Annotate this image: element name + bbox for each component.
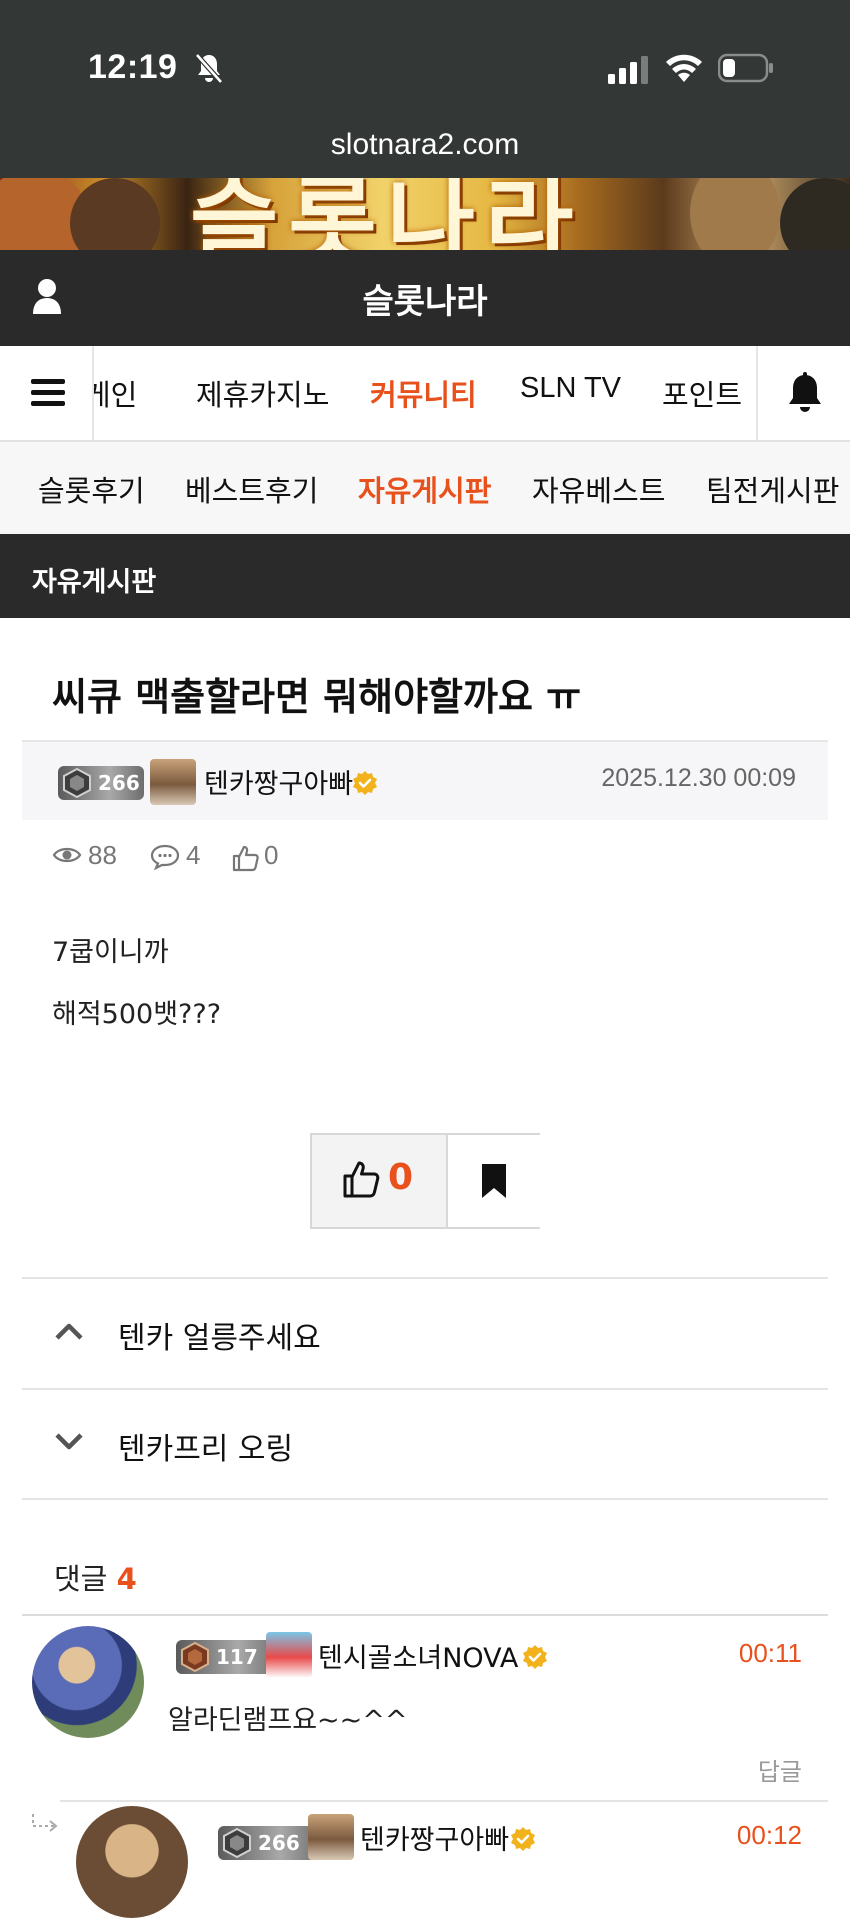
level-gem-icon bbox=[181, 1642, 209, 1672]
banner-character-dog bbox=[70, 178, 160, 250]
chevron-up-icon bbox=[55, 1323, 83, 1340]
site-title[interactable]: 슬롯나라 bbox=[0, 274, 850, 323]
nav-item-sln-tv[interactable]: SLN TV bbox=[520, 372, 621, 405]
reply-divider bbox=[60, 1800, 828, 1802]
sub-nav-slot-review[interactable]: 슬롯후기 bbox=[38, 468, 145, 510]
likes-count: 0 bbox=[264, 840, 279, 870]
comments-count: 4 bbox=[186, 840, 201, 870]
sub-nav-best-review[interactable]: 베스트후기 bbox=[185, 468, 318, 510]
commenter-mini-avatar[interactable] bbox=[308, 1814, 354, 1860]
commenter-name[interactable]: 텐카짱구아빠 bbox=[360, 1818, 509, 1857]
like-button[interactable]: 0 bbox=[312, 1135, 448, 1227]
bell-icon bbox=[789, 372, 821, 412]
cellular-signal-icon bbox=[608, 56, 648, 84]
post-body: 7쿱이니까 해적500뱃??? bbox=[52, 922, 221, 1046]
chevron-down-icon bbox=[55, 1433, 83, 1450]
main-nav-scroll[interactable]: 게인 제휴카지노 커뮤니티 SLN TV 포인트 bbox=[94, 346, 756, 440]
banner-character-far-right bbox=[780, 178, 850, 250]
verified-badge-icon bbox=[523, 1645, 547, 1669]
bell-muted-icon bbox=[195, 53, 223, 84]
bookmark-icon bbox=[482, 1164, 506, 1198]
post-body-line: 7쿱이니까 bbox=[52, 937, 169, 968]
comment-time: 00:11 bbox=[738, 1638, 802, 1668]
hamburger-menu-icon[interactable] bbox=[0, 346, 94, 440]
next-post-link[interactable]: 텐카프리 오링 bbox=[22, 1388, 828, 1500]
thumbs-up-icon bbox=[343, 1161, 380, 1198]
nav-item-game[interactable]: 게인 bbox=[94, 372, 137, 414]
sub-nav: 슬롯후기 베스트후기 자유게시판 자유베스트 팀전게시판 bbox=[0, 442, 850, 534]
post-author-row: 266 텐카짱구아빠 2025.12.30 00:09 bbox=[22, 740, 828, 820]
like-button-count: 0 bbox=[388, 1157, 414, 1198]
comment-text: 알라딘램프요~~^^ bbox=[168, 1705, 408, 1736]
commenter-name[interactable]: 텐시골소녀NOVA bbox=[318, 1636, 518, 1675]
nav-item-point[interactable]: 포인트 bbox=[662, 372, 742, 414]
sub-nav-free-board[interactable]: 자유게시판 bbox=[358, 468, 491, 510]
level-gem-icon bbox=[63, 768, 91, 798]
thumbs-up-icon bbox=[232, 845, 259, 872]
wifi-icon bbox=[666, 54, 702, 82]
section-header: 자유게시판 bbox=[0, 534, 850, 618]
prev-post-title[interactable]: 텐카 얼릉주세요 bbox=[118, 1313, 321, 1357]
status-time: 12:19 bbox=[88, 48, 178, 86]
nav-item-partner-casino[interactable]: 제휴카지노 bbox=[196, 372, 329, 414]
commenter-avatar[interactable] bbox=[76, 1806, 188, 1918]
url-bar[interactable]: slotnara2.com bbox=[0, 128, 850, 162]
status-bar: 12:19 slotnara2.com bbox=[0, 0, 850, 178]
banner-character-right bbox=[690, 178, 780, 250]
reply-button[interactable]: 답글 bbox=[758, 1752, 802, 1787]
comment-icon bbox=[150, 844, 180, 870]
verified-badge-icon bbox=[353, 771, 377, 795]
commenter-mini-avatar[interactable] bbox=[266, 1632, 312, 1678]
commenter-level-badge: 117 bbox=[176, 1640, 280, 1674]
notification-button[interactable] bbox=[756, 346, 850, 440]
prev-post-link[interactable]: 텐카 얼릉주세요 bbox=[22, 1277, 828, 1389]
comment-item: 117 텐시골소녀NOVA 00:11 알라딘램프요~~^^ 답글 bbox=[22, 1624, 828, 1787]
battery-icon bbox=[718, 53, 773, 83]
site-banner[interactable]: 슬롯나라 bbox=[0, 178, 850, 250]
comment-item: 266 텐카짱구아빠 00:12 bbox=[22, 1800, 828, 1918]
nav-item-community[interactable]: 커뮤니티 bbox=[370, 372, 477, 414]
bookmark-button[interactable] bbox=[448, 1135, 540, 1227]
level-gem-icon bbox=[223, 1828, 251, 1858]
sub-nav-free-best[interactable]: 자유베스트 bbox=[532, 468, 665, 510]
eye-icon bbox=[52, 847, 82, 863]
commenter-level-badge: 266 bbox=[218, 1826, 322, 1860]
site-header: 슬롯나라 bbox=[0, 250, 850, 346]
author-avatar[interactable] bbox=[150, 759, 196, 805]
author-level: 266 bbox=[98, 771, 140, 795]
commenter-level: 117 bbox=[216, 1645, 258, 1669]
post-body-line: 해적500뱃??? bbox=[52, 999, 222, 1030]
views-count: 88 bbox=[88, 840, 117, 870]
comments-label: 댓글 bbox=[54, 1562, 108, 1596]
post-date: 2025.12.30 00:09 bbox=[601, 764, 796, 792]
comments-divider bbox=[22, 1614, 828, 1616]
sub-nav-team-board[interactable]: 팀전게시판 bbox=[706, 468, 839, 510]
main-nav: 게인 제휴카지노 커뮤니티 SLN TV 포인트 bbox=[0, 346, 850, 442]
comments-header: 댓글 4 bbox=[54, 1556, 137, 1598]
comment-time: 00:12 bbox=[736, 1820, 802, 1850]
next-post-title[interactable]: 텐카프리 오링 bbox=[118, 1424, 293, 1468]
banner-logo-text: 슬롯나라 bbox=[190, 178, 584, 250]
author-name[interactable]: 텐카짱구아빠 bbox=[204, 762, 353, 801]
verified-badge-icon bbox=[511, 1827, 535, 1851]
author-level-badge: 266 bbox=[58, 766, 144, 800]
commenter-level: 266 bbox=[258, 1831, 300, 1855]
section-title: 자유게시판 bbox=[32, 567, 157, 598]
reply-arrow-icon bbox=[32, 1814, 58, 1832]
commenter-avatar[interactable] bbox=[32, 1626, 144, 1738]
vote-box: 0 bbox=[310, 1133, 540, 1229]
post-title: 씨큐 맥출할라면 뭐해야할까요 ㅠ bbox=[52, 675, 582, 719]
comments-total: 4 bbox=[116, 1562, 137, 1596]
